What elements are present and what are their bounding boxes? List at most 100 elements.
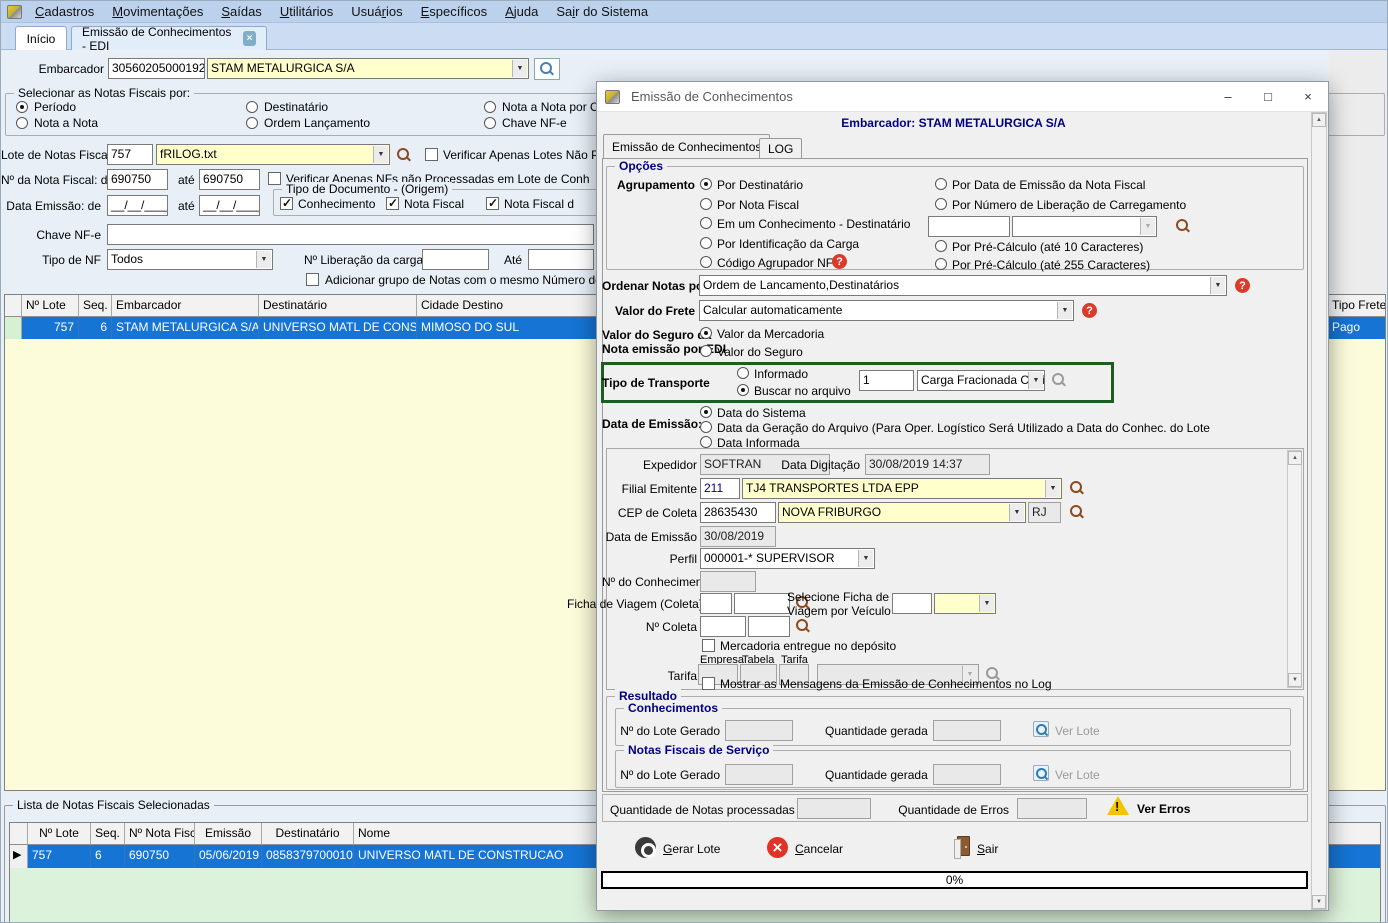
dialog-title-bar[interactable]: Emissão de Conhecimentos – □ × (597, 82, 1328, 112)
transporte-dropdown[interactable]: Carga Fracionada Cheia (917, 370, 1045, 391)
coleta-search-icon[interactable] (795, 618, 811, 634)
conh-ver-lote-button[interactable]: Ver Lote (1055, 724, 1100, 738)
tab-emissao-edi[interactable]: Emissão de Conhecimentos - EDI (71, 26, 267, 50)
chevron-down-icon[interactable] (858, 550, 873, 567)
filial-codigo-field[interactable]: 211 (700, 478, 740, 499)
tipo-nf-dropdown[interactable]: Todos (107, 249, 273, 270)
menu-movimentacoes[interactable]: Movimentações (103, 4, 212, 19)
radio-pre-calculo-10[interactable] (935, 240, 947, 252)
col2-no-nota-fiscal[interactable]: Nº Nota Fiscal (125, 823, 195, 845)
radio-destinatario[interactable] (246, 101, 258, 113)
perfil-dropdown[interactable]: 000001-* SUPERVISOR (700, 548, 875, 569)
dialog-scrollbar[interactable] (1311, 112, 1327, 910)
data-de-field[interactable]: __/__/____ (107, 195, 168, 216)
verificar-lotes-checkbox[interactable] (425, 148, 438, 161)
gerar-lote-button[interactable]: Gerar Lote (663, 842, 720, 856)
sair-button[interactable]: Sair (977, 842, 998, 856)
ficha-field-2[interactable] (734, 593, 790, 614)
menu-usuarios[interactable]: Usuários (342, 4, 411, 19)
col2-seq[interactable]: Seq. (91, 823, 125, 845)
minimize-button[interactable]: – (1208, 82, 1248, 111)
selecione-ficha-field[interactable] (892, 593, 932, 614)
embarcador-search-button[interactable] (534, 58, 560, 80)
liberacao-search-icon[interactable] (1175, 218, 1191, 234)
liberacao-codigo-field[interactable] (928, 216, 1010, 237)
scroll-up-icon[interactable] (1312, 113, 1326, 127)
menu-utilitarios[interactable]: Utilitários (271, 4, 342, 19)
help-icon[interactable]: ? (832, 254, 847, 269)
mostrar-mensagens-checkbox[interactable] (702, 677, 715, 690)
col2-emissao[interactable]: Emissão (195, 823, 262, 845)
cancelar-button[interactable]: Cancelar (795, 842, 843, 856)
radio-nota-a-nota[interactable] (16, 117, 28, 129)
data-ate-field[interactable]: __/__/____ (199, 195, 260, 216)
radio-valor-seguro[interactable] (700, 345, 712, 357)
cancel-icon[interactable] (767, 837, 788, 858)
col-cidade-destino[interactable]: Cidade Destino (417, 295, 597, 317)
menu-especificos[interactable]: Específicos (412, 4, 496, 19)
radio-informado[interactable] (737, 367, 749, 379)
col2-destinatario[interactable]: Destinatário (262, 823, 354, 845)
lote-arquivo-dropdown[interactable]: fRILOG.txt (156, 144, 390, 165)
ficha-field-1[interactable] (700, 593, 732, 614)
scroll-down-icon[interactable] (1288, 673, 1302, 687)
chevron-down-icon[interactable] (1028, 372, 1043, 389)
form-panel-scrollbar[interactable] (1287, 450, 1302, 688)
cep-cidade-dropdown[interactable]: NOVA FRIBURGO (778, 502, 1026, 523)
radio-chave-nfe[interactable] (484, 117, 496, 129)
filial-search-icon[interactable] (1069, 480, 1085, 496)
col2-no-lote[interactable]: Nº Lote (28, 823, 91, 845)
nf-ate-field[interactable]: 690750 (199, 169, 260, 190)
ver-lote-icon[interactable] (1033, 765, 1049, 781)
transporte-codigo-field[interactable]: 1 (859, 370, 914, 391)
embarcador-name-dropdown[interactable]: STAM METALURGICA S/A (207, 58, 529, 79)
radio-por-destinatario[interactable] (700, 178, 712, 190)
radio-valor-mercadoria[interactable] (700, 327, 712, 339)
help-icon[interactable]: ? (1082, 303, 1097, 318)
help-icon[interactable]: ? (1235, 278, 1250, 293)
tab-close-icon[interactable] (243, 31, 256, 46)
ver-erros-button[interactable]: Ver Erros (1137, 802, 1190, 816)
scroll-down-icon[interactable] (1312, 895, 1326, 909)
gear-icon[interactable] (635, 837, 656, 858)
chevron-down-icon[interactable] (1210, 277, 1225, 294)
chevron-down-icon[interactable] (1057, 302, 1072, 319)
filial-dropdown[interactable]: TJ4 TRANSPORTES LTDA EPP (742, 478, 1062, 499)
radio-por-numero-liberacao[interactable] (935, 198, 947, 210)
col-no-lote[interactable]: Nº Lote (22, 295, 79, 317)
selecione-ficha-dropdown[interactable] (934, 593, 996, 614)
coleta-field-1[interactable] (700, 616, 746, 637)
col-destinatario[interactable]: Destinatário (259, 295, 417, 317)
radio-periodo[interactable] (16, 101, 28, 113)
liberacao-field[interactable] (422, 249, 489, 270)
radio-por-data-emissao[interactable] (935, 178, 947, 190)
radio-data-geracao[interactable] (700, 421, 712, 433)
radio-por-identificacao[interactable] (700, 237, 712, 249)
menu-saidas[interactable]: Saídas (212, 4, 270, 19)
dialog-tab-log[interactable]: LOG (759, 138, 802, 158)
dialog-tab-emissao[interactable]: Emissão de Conhecimentos (603, 134, 770, 158)
verificar-nfs-checkbox[interactable] (268, 172, 281, 185)
adicionar-grupo-checkbox[interactable] (306, 273, 319, 286)
maximize-button[interactable]: □ (1248, 82, 1288, 111)
scroll-up-icon[interactable] (1288, 451, 1302, 465)
radio-buscar-arquivo[interactable] (737, 384, 749, 396)
radio-data-informada[interactable] (700, 436, 712, 448)
radio-data-sistema[interactable] (700, 406, 712, 418)
chevron-down-icon[interactable] (373, 146, 388, 163)
ordenar-dropdown[interactable]: Ordem de Lancamento,Destinatários (699, 275, 1227, 296)
nota-fiscal-checkbox[interactable] (386, 197, 399, 210)
lote-search-icon[interactable] (396, 147, 412, 163)
menu-cadastros[interactable]: Cadastros (26, 4, 103, 19)
chave-field[interactable] (107, 224, 594, 245)
chevron-down-icon[interactable] (512, 60, 527, 77)
liberacao-ate-field[interactable] (528, 249, 594, 270)
nfs-ver-lote-button[interactable]: Ver Lote (1055, 768, 1100, 782)
tab-inicio[interactable]: Início (15, 26, 67, 50)
cep-codigo-field[interactable]: 28635430 (700, 502, 776, 523)
chevron-down-icon[interactable] (1045, 480, 1060, 497)
valor-frete-dropdown[interactable]: Calcular automaticamente (699, 300, 1074, 321)
radio-nota-a-nota-por-ordem[interactable] (484, 101, 496, 113)
door-icon[interactable] (957, 836, 970, 856)
lote-numero-field[interactable]: 757 (107, 144, 153, 165)
